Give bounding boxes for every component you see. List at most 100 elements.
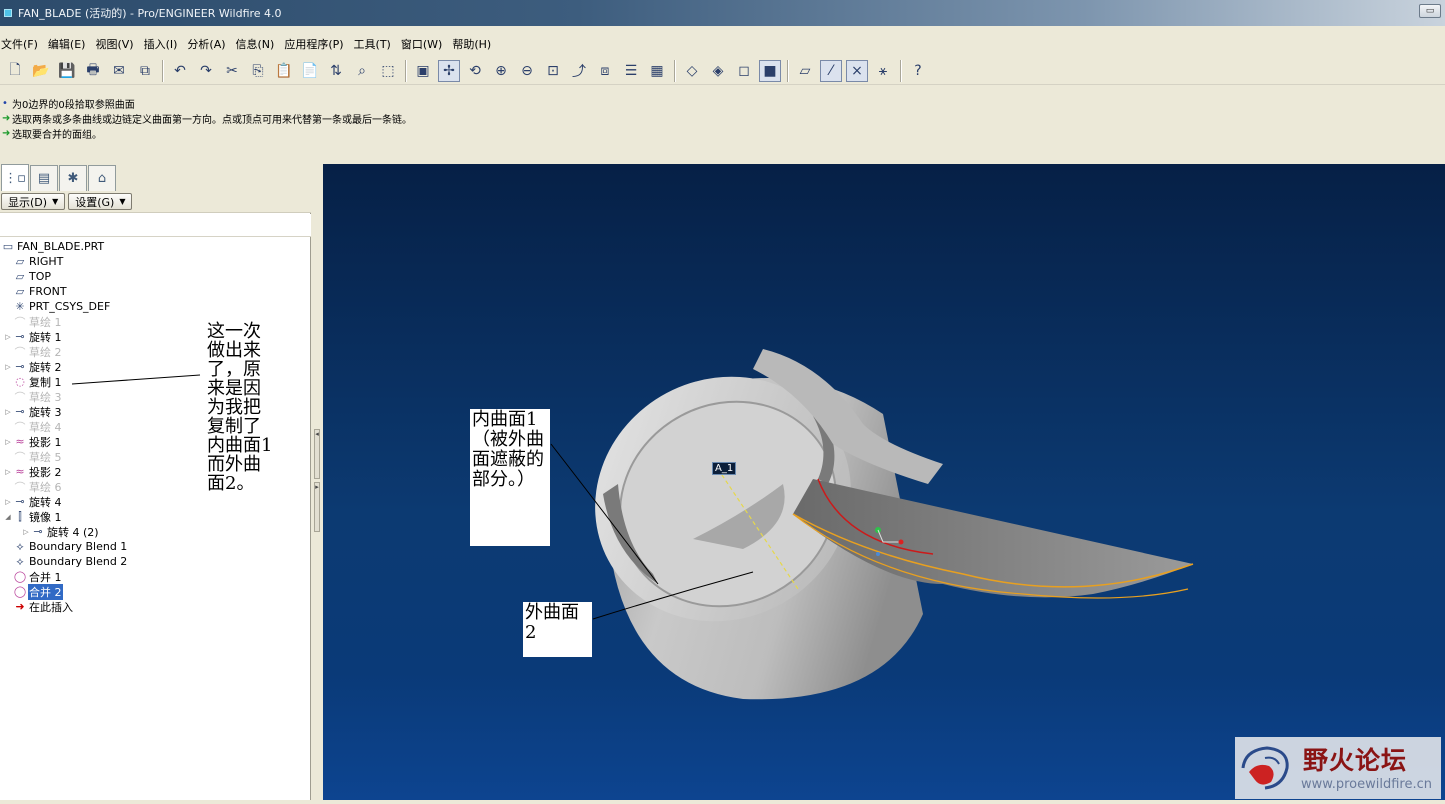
select-box-button[interactable]: ⬚ — [377, 60, 399, 82]
tree-item[interactable]: ◯ 合并 1 — [0, 569, 311, 584]
send-mail-button[interactable]: ✉ — [108, 60, 130, 82]
graphics-window[interactable]: A_1 内曲面1（被外曲面遮蔽的部分。） 外曲面2 — [323, 164, 1445, 800]
tree-item[interactable]: ▷ ⊸ 旋转 4 (2) — [0, 524, 311, 539]
toolbar-separator — [674, 59, 676, 82]
context-help-button[interactable]: ? — [907, 60, 929, 82]
wireframe-button[interactable]: ◇ — [681, 60, 703, 82]
panel-splitter[interactable]: ◂ ▸ — [311, 164, 323, 800]
expand-icon[interactable]: ▷ — [4, 363, 12, 371]
repaint-button[interactable]: ▣ — [412, 60, 434, 82]
saved-views-button[interactable]: ⧈ — [594, 60, 616, 82]
no-hidden-icon: ◻ — [738, 62, 750, 79]
csys-x — [898, 539, 904, 545]
projection-icon: ≈ — [15, 435, 25, 448]
title-bar: FAN_BLADE (活动的) - Pro/ENGINEER Wildfire … — [0, 0, 1445, 26]
message-line: • 为0边界的0段拾取参照曲面 — [2, 96, 1445, 111]
collapse-icon[interactable]: ◢ — [4, 513, 12, 521]
tree-item[interactable]: ▷ ⊸ 旋转 4 — [0, 494, 311, 509]
layers-button[interactable]: ☰ — [620, 60, 642, 82]
paste-button[interactable]: 📋 — [273, 60, 295, 82]
tree-item-label: Boundary Blend 1 — [29, 540, 128, 553]
cut-button[interactable]: ✂ — [221, 60, 243, 82]
tree-item-label: 草绘 3 — [29, 390, 62, 404]
expand-icon[interactable]: ▷ — [4, 438, 12, 446]
csys-z — [876, 552, 880, 556]
tree-item[interactable]: ▱ TOP — [0, 269, 311, 284]
datum-plane-icon: ▱ — [15, 270, 25, 283]
print-button[interactable]: 🖶 — [82, 60, 104, 82]
tree-item[interactable]: ◢ ⫿ 镜像 1 — [0, 509, 311, 524]
folder-browser-tab[interactable]: ▤ — [30, 165, 58, 191]
model-tree-tab[interactable]: ⋮▫ — [1, 164, 29, 191]
tree-item[interactable]: ✳ PRT_CSYS_DEF — [0, 299, 311, 314]
view-manager-button[interactable]: ▦ — [646, 60, 668, 82]
find-button[interactable]: ⌕ — [351, 60, 373, 82]
undo-button[interactable]: ↶ — [169, 60, 191, 82]
inner-surface-callout: 内曲面1（被外曲面遮蔽的部分。） — [470, 409, 550, 546]
zoom-in-button[interactable]: ⊕ — [490, 60, 512, 82]
zoom-out-button[interactable]: ⊖ — [516, 60, 538, 82]
menu-item-5[interactable]: 信息(N) — [236, 36, 275, 52]
context-help-icon: ? — [914, 62, 922, 79]
settings-dropdown[interactable]: 设置(G) ▼ — [68, 193, 133, 210]
menu-item-3[interactable]: 插入(I) — [144, 36, 178, 52]
copy-button[interactable]: ⎘ — [247, 60, 269, 82]
redo-button[interactable]: ↷ — [195, 60, 217, 82]
shading-button[interactable]: ■ — [759, 59, 781, 82]
orient-icon: ⟲ — [469, 62, 481, 79]
datum-axes-button[interactable]: ⁄ — [820, 59, 842, 82]
spin-center-button[interactable]: ✢ — [438, 59, 460, 82]
menu-item-2[interactable]: 视图(V) — [95, 36, 133, 52]
datum-points-icon: × — [851, 62, 863, 79]
connections-tab[interactable]: ⌂ — [88, 165, 116, 191]
tree-item[interactable]: ▱ FRONT — [0, 284, 311, 299]
tree-item[interactable]: ◯ 合并 2 — [0, 583, 311, 600]
message-line: ➜ 选取要合并的面组。 — [2, 126, 1445, 141]
save-button[interactable]: 💾 — [56, 60, 78, 82]
hidden-line-button[interactable]: ◈ — [707, 60, 729, 82]
regenerate-button[interactable]: ⇅ — [325, 60, 347, 82]
expand-icon[interactable]: ▷ — [4, 408, 12, 416]
tree-item[interactable]: ⟡ Boundary Blend 1 — [0, 539, 311, 554]
coordinate-systems-button[interactable]: ⚹ — [872, 60, 894, 82]
tree-item[interactable]: ▱ RIGHT — [0, 254, 311, 269]
menu-item-1[interactable]: 编辑(E) — [48, 36, 86, 52]
datum-planes-button[interactable]: ▱ — [794, 60, 816, 82]
favorites-tab[interactable]: ✱ — [59, 165, 87, 191]
refit-button[interactable]: ⊡ — [542, 60, 564, 82]
tree-item[interactable]: ⟡ Boundary Blend 2 — [0, 554, 311, 569]
sketch-icon: ⌒ — [14, 315, 26, 329]
toolbar-separator — [405, 59, 407, 82]
orient-button[interactable]: ⟲ — [464, 60, 486, 82]
tree-item[interactable]: ▭ FAN_BLADE.PRT — [0, 239, 311, 254]
expand-icon[interactable]: ▷ — [4, 333, 12, 341]
show-dropdown[interactable]: 显示(D) ▼ — [1, 193, 66, 210]
paste-special-button[interactable]: 📄 — [299, 60, 321, 82]
reorient-button[interactable]: ⤴ — [568, 60, 590, 82]
status-bar — [0, 800, 1445, 804]
tree-item[interactable]: ➜ 在此插入 — [0, 599, 311, 614]
open-button[interactable]: 📂 — [30, 60, 52, 82]
tree-item-label: 草绘 4 — [29, 420, 62, 434]
expand-icon[interactable]: ▷ — [4, 468, 12, 476]
new-button[interactable]: 🗋 — [4, 60, 26, 82]
expand-icon[interactable]: ▷ — [4, 498, 12, 506]
restore-button[interactable]: ▭ — [1419, 4, 1441, 18]
toolbar-separator — [900, 59, 902, 82]
menu-item-7[interactable]: 工具(T) — [354, 36, 391, 52]
menu-item-6[interactable]: 应用程序(P) — [284, 36, 343, 52]
datum-points-button[interactable]: × — [846, 59, 868, 82]
expand-right-grip[interactable]: ▸ — [314, 482, 320, 532]
sketch-icon: ⌒ — [14, 345, 26, 359]
menu-item-9[interactable]: 帮助(H) — [452, 36, 491, 52]
menu-item-0[interactable]: 文件(F) — [1, 36, 38, 52]
no-hidden-button[interactable]: ◻ — [733, 60, 755, 82]
menu-item-4[interactable]: 分析(A) — [187, 36, 225, 52]
menu-item-8[interactable]: 窗口(W) — [401, 36, 442, 52]
expand-icon[interactable]: ▷ — [22, 528, 30, 536]
collapse-left-grip[interactable]: ◂ — [314, 429, 320, 479]
tree-item-label: PRT_CSYS_DEF — [29, 300, 111, 313]
message-area: • 为0边界的0段拾取参照曲面 ➜ 选取两条或多条曲线或边链定义曲面第一方向。点或顶点… — [0, 92, 1445, 160]
window-title: FAN_BLADE (活动的) - Pro/ENGINEER Wildfire … — [18, 7, 282, 20]
send-link-button[interactable]: ⧉ — [134, 60, 156, 82]
